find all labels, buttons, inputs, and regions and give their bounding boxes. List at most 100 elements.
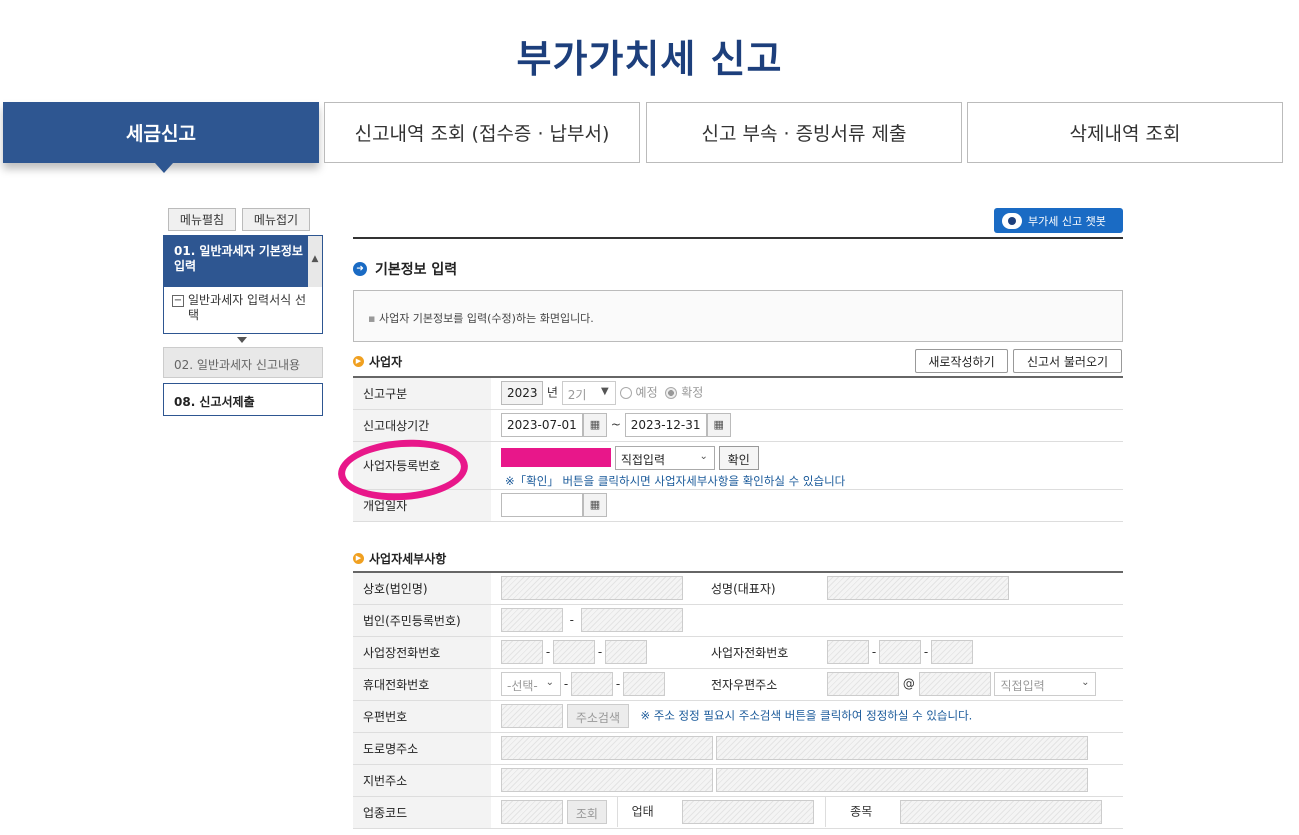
sidebar-step-1: 01. 일반과세자 기본정보 입력 ▲ − 일반과세자 입력서식 선택 [163, 235, 323, 334]
item-field[interactable] [900, 800, 1103, 824]
mobile-prefix-select[interactable]: -선택- ⌄ [501, 672, 561, 696]
road-addr-field-2[interactable] [716, 736, 1088, 760]
corp-no-field-1[interactable] [501, 608, 563, 632]
tab-report-history[interactable]: 신고내역 조회 (접수증 · 납부서) [324, 102, 640, 163]
business-type-field[interactable] [681, 800, 814, 824]
sidebar-step-1-title[interactable]: 01. 일반과세자 기본정보 입력 ▲ [164, 236, 322, 287]
label-zip: 우편번호 [353, 700, 491, 733]
new-write-button[interactable]: 새로작성하기 [915, 349, 1008, 373]
info-text: 사업자 기본정보를 입력(수정)하는 화면입니다. [378, 312, 594, 325]
load-report-button[interactable]: 신고서 불러오기 [1013, 349, 1122, 373]
reg-no-field-redacted[interactable] [501, 448, 611, 467]
bullet-icon: ▪ [368, 312, 379, 325]
dash: - [545, 644, 551, 659]
open-date-field[interactable] [501, 493, 583, 517]
term-select[interactable]: 2기 ▼ [561, 381, 616, 406]
sidebar-step-1-label: 01. 일반과세자 기본정보 입력 [174, 244, 303, 273]
dash: - [569, 612, 574, 627]
confirm-button[interactable]: 확인 [718, 445, 759, 470]
minus-icon: − [172, 295, 184, 307]
section-title: 기본정보 입력 [375, 262, 458, 278]
label-office-phone: 사업장전화번호 [353, 636, 491, 669]
input-mode-value: 직접입력 [620, 452, 665, 467]
tab-tax-report[interactable]: 세금신고 [3, 102, 319, 163]
dash: - [923, 644, 929, 659]
reg-input-mode-select[interactable]: 직접입력 ⌄ [614, 445, 715, 470]
office-phone-3[interactable] [605, 640, 647, 664]
section-title: 사업자 [369, 355, 403, 369]
email-domain-select[interactable]: 직접입력 ⌄ [994, 672, 1097, 696]
email-at: @ [902, 676, 915, 691]
biz-phone-3[interactable] [931, 640, 973, 664]
section-title: 사업자세부사항 [369, 552, 447, 566]
company-field[interactable] [501, 576, 683, 601]
arrow-right-icon: ➜ [353, 262, 367, 276]
section-basic-info: ➜ 기본정보 입력 [353, 259, 457, 279]
end-date-field[interactable]: 2023-12-31 [624, 413, 707, 437]
chatbot-icon [1002, 212, 1022, 229]
label-road-addr: 도로명주소 [353, 732, 491, 765]
divider [616, 797, 618, 827]
label-item: 종목 [850, 804, 873, 819]
label-mobile: 휴대전화번호 [353, 668, 491, 701]
label-company: 상호(법인명) [353, 572, 491, 605]
industry-lookup-button[interactable]: 조회 [566, 800, 607, 824]
label-report-type: 신고구분 [353, 377, 491, 410]
biz-phone-1[interactable] [827, 640, 869, 664]
sidebar-item-input-form[interactable]: − 일반과세자 입력서식 선택 [164, 287, 322, 323]
zip-field[interactable] [501, 704, 563, 728]
tab-deleted-history[interactable]: 삭제내역 조회 [967, 102, 1283, 163]
sidebar-step-2[interactable]: 02. 일반과세자 신고내용 [163, 347, 323, 378]
office-phone-2[interactable] [553, 640, 595, 664]
section-business: ▶ 사업자 [353, 353, 402, 370]
address-search-button[interactable]: 주소검색 [566, 704, 629, 728]
calendar-icon[interactable]: ▦ [583, 493, 607, 517]
chevron-down-icon: ⌄ [545, 677, 554, 688]
menu-expand-button[interactable]: 메뉴펼침 [168, 208, 236, 231]
email-domain[interactable] [918, 672, 991, 696]
period-separator: ~ [610, 417, 621, 432]
zip-note: ※ 주소 정정 필요시 주소검색 버튼을 클릭하여 정정하실 수 있습니다. [640, 708, 973, 723]
label-biz-phone: 사업자전화번호 [697, 636, 817, 669]
year-unit: 년 [546, 385, 558, 400]
calendar-icon[interactable]: ▦ [583, 413, 607, 437]
active-tab-indicator [155, 163, 173, 173]
lot-addr-field-1[interactable] [501, 768, 713, 792]
chevron-down-icon: ⌄ [699, 450, 708, 462]
sidebar-step-8[interactable]: 08. 신고서제출 [163, 383, 323, 416]
arrow-down-icon [237, 337, 247, 343]
info-box: ▪ 사업자 기본정보를 입력(수정)하는 화면입니다. [353, 290, 1123, 342]
chatbot-button[interactable]: 부가세 신고 챗봇 [994, 208, 1123, 233]
bullet-arrow-icon: ▶ [353, 356, 364, 367]
email-local[interactable] [827, 672, 899, 696]
road-addr-field-1[interactable] [501, 736, 713, 760]
label-period: 신고대상기간 [353, 409, 491, 442]
mobile-3[interactable] [623, 672, 665, 696]
chevron-up-icon[interactable]: ▲ [308, 236, 322, 287]
calendar-icon[interactable]: ▦ [706, 413, 731, 437]
dash: - [563, 676, 569, 691]
email-mode-value: 직접입력 [1000, 679, 1045, 693]
tab-attachments[interactable]: 신고 부속 · 증빙서류 제출 [646, 102, 962, 163]
ceo-field[interactable] [827, 576, 1009, 601]
industry-code-field[interactable] [501, 800, 563, 824]
radio-confirmed[interactable] [665, 387, 678, 400]
label-corp-no: 법인(주민등록번호) [353, 604, 491, 637]
divider [353, 237, 1123, 239]
menu-collapse-button[interactable]: 메뉴접기 [242, 208, 310, 231]
corp-no-field-2[interactable] [580, 608, 683, 632]
page-title: 부가가치세 신고 [516, 37, 783, 81]
mobile-2[interactable] [571, 672, 613, 696]
start-date-field[interactable]: 2023-07-01 [501, 413, 583, 437]
radio-planned[interactable] [619, 387, 632, 400]
office-phone-1[interactable] [501, 640, 543, 664]
chevron-down-icon: ⌄ [1081, 677, 1090, 688]
biz-phone-2[interactable] [879, 640, 921, 664]
year-field[interactable]: 2023 [501, 381, 543, 406]
dash: - [871, 644, 877, 659]
lot-addr-field-2[interactable] [716, 768, 1088, 792]
term-value: 2기 [567, 388, 587, 403]
radio-confirmed-label: 확정 [681, 385, 704, 400]
dash: - [597, 644, 603, 659]
reg-note: ※「확인」 버튼을 클릭하시면 사업자세부사항을 확인하실 수 있습니다 [505, 473, 846, 488]
